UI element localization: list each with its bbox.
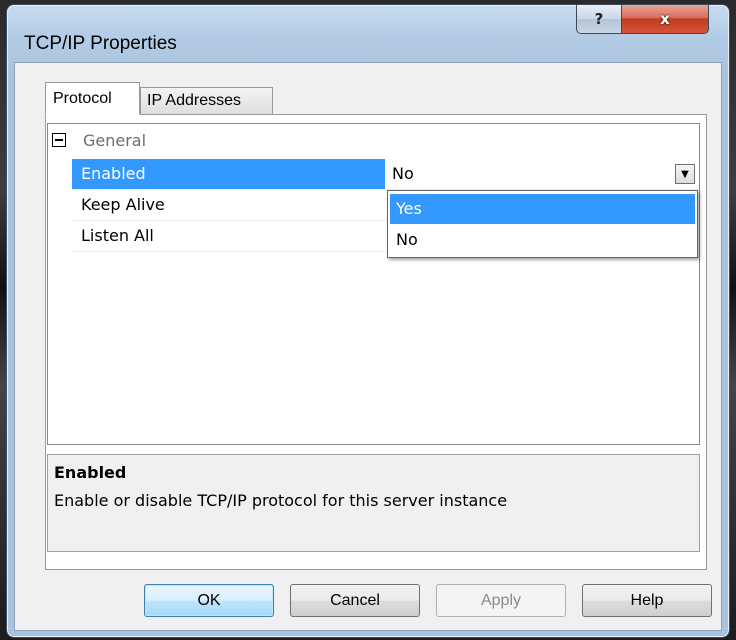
category-label: General <box>83 131 147 150</box>
tab-protocol[interactable]: Protocol <box>45 82 140 115</box>
question-mark-icon: ? <box>594 10 604 28</box>
property-name-listen-all[interactable]: Listen All <box>72 221 385 251</box>
title-help-button[interactable]: ? <box>576 4 622 34</box>
help-button[interactable]: Help <box>582 584 712 617</box>
dropdown-arrow-button[interactable]: ▼ <box>675 164 695 184</box>
close-icon: x <box>660 10 670 28</box>
description-pane: Enabled Enable or disable TCP/IP protoco… <box>47 454 700 552</box>
category-row-general[interactable]: General <box>48 126 699 156</box>
property-name-enabled[interactable]: Enabled <box>72 159 385 189</box>
title-close-button[interactable]: x <box>621 4 709 34</box>
property-value-enabled[interactable]: No <box>386 159 699 189</box>
enabled-dropdown-list[interactable]: Yes No <box>387 190 698 258</box>
dropdown-option-yes[interactable]: Yes <box>390 194 695 224</box>
collapse-minus-icon[interactable] <box>52 133 66 147</box>
cancel-button[interactable]: Cancel <box>290 584 420 617</box>
apply-button[interactable]: Apply <box>436 584 566 617</box>
tab-ip-addresses[interactable]: IP Addresses <box>140 87 273 115</box>
description-title: Enabled <box>54 463 127 482</box>
property-name-keep-alive[interactable]: Keep Alive <box>72 190 385 220</box>
chevron-down-icon: ▼ <box>681 168 689 180</box>
ok-button[interactable]: OK <box>144 584 274 617</box>
property-row-enabled[interactable]: Enabled No <box>48 159 699 189</box>
description-text: Enable or disable TCP/IP protocol for th… <box>54 491 508 510</box>
dropdown-option-no[interactable]: No <box>390 225 695 255</box>
window-title: TCP/IP Properties <box>24 33 177 54</box>
property-grid[interactable]: General Enabled No ▼ Keep Alive Listen A… <box>47 123 700 445</box>
